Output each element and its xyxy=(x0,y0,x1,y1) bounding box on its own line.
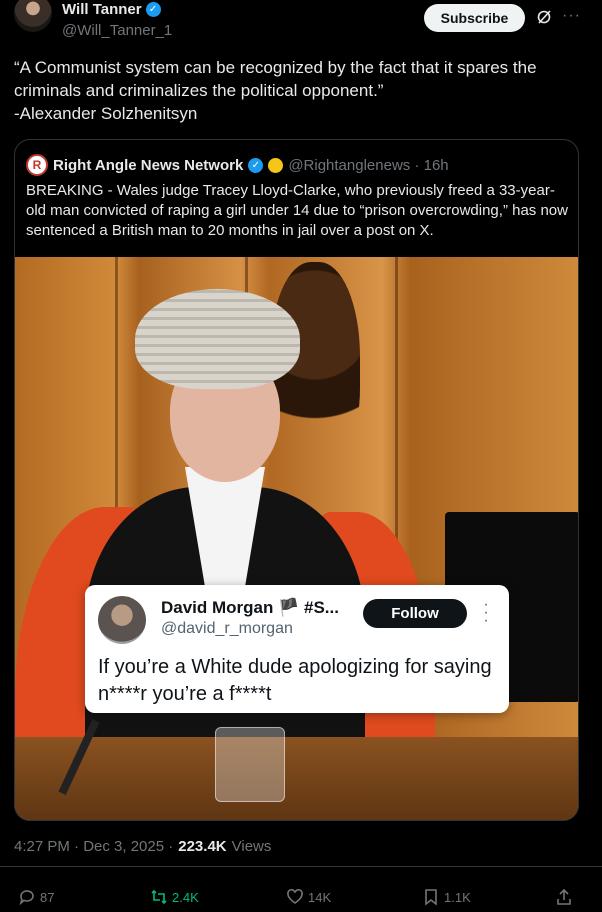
courtroom-desk xyxy=(15,737,578,820)
embedded-author-name: David Morgan 🏴 #S... xyxy=(161,598,339,617)
verified-badge-icon: ✓ xyxy=(248,157,264,173)
quoted-author-name[interactable]: Right Angle News Network xyxy=(53,157,243,174)
share-button[interactable] xyxy=(555,888,573,906)
post-timestamp[interactable]: 4:27 PM · Dec 3, 2025 · xyxy=(14,838,173,855)
views-label: Views xyxy=(231,838,272,855)
quoted-author-avatar[interactable]: R xyxy=(26,154,48,176)
bookmark-icon xyxy=(425,889,437,906)
views-count: 223.4K xyxy=(178,838,227,855)
water-glass xyxy=(215,727,285,802)
embedded-more-icon: · · · xyxy=(483,596,489,629)
author-name-row[interactable]: Will Tanner ✓ xyxy=(62,1,161,18)
author-name[interactable]: Will Tanner xyxy=(62,1,142,18)
reply-icon xyxy=(19,890,34,906)
repost-button[interactable]: 2.4K xyxy=(150,888,199,906)
quoted-author-handle-time[interactable]: @Rightanglenews · 16h xyxy=(288,157,448,174)
action-bar: 87 2.4K 14K 1.1K xyxy=(0,884,602,912)
embedded-author-avatar xyxy=(98,596,146,644)
wood-panel-line xyxy=(395,257,398,547)
subscribe-button[interactable]: Subscribe xyxy=(424,4,525,32)
wood-panel-line xyxy=(115,257,118,547)
verified-badge-icon: ✓ xyxy=(145,2,161,17)
quoted-post-image[interactable]: David Morgan 🏴 #S... @david_r_morgan Fol… xyxy=(15,257,578,820)
divider xyxy=(0,866,602,867)
author-handle[interactable]: @Will_Tanner_1 xyxy=(62,22,172,39)
heart-icon xyxy=(287,888,303,904)
repost-icon xyxy=(151,889,167,905)
post-meta: 4:27 PM · Dec 3, 2025 · 223.4K Views xyxy=(14,838,271,855)
gold-badge-icon xyxy=(268,157,284,173)
author-avatar[interactable] xyxy=(14,0,52,32)
embedded-post-card: David Morgan 🏴 #S... @david_r_morgan Fol… xyxy=(85,585,509,713)
bookmark-count: 1.1K xyxy=(444,889,471,905)
grok-icon[interactable] xyxy=(536,9,552,25)
reply-button[interactable]: 87 xyxy=(18,888,54,906)
bookmark-button[interactable]: 1.1K xyxy=(422,888,471,906)
quoted-post[interactable]: R Right Angle News Network ✓ @Rightangle… xyxy=(14,139,579,821)
repost-count: 2.4K xyxy=(172,889,199,905)
post-text: “A Communist system can be recognized by… xyxy=(14,58,537,123)
embedded-author-handle: @david_r_morgan xyxy=(161,620,293,637)
share-icon xyxy=(557,888,571,905)
like-button[interactable]: 14K xyxy=(286,888,331,906)
post-header: Will Tanner ✓ @Will_Tanner_1 Subscribe ·… xyxy=(0,0,602,44)
like-count: 14K xyxy=(308,889,332,905)
quoted-post-text: BREAKING - Wales judge Tracey Lloyd-Clar… xyxy=(26,182,568,239)
embedded-post-text: If you’re a White dude apologizing for s… xyxy=(98,656,492,705)
more-options-icon[interactable]: ··· xyxy=(562,7,581,25)
judge-wig xyxy=(135,289,300,389)
quoted-post-header: R Right Angle News Network ✓ @Rightangle… xyxy=(26,154,449,176)
embedded-follow-button: Follow xyxy=(363,599,467,628)
reply-count: 87 xyxy=(40,889,55,905)
